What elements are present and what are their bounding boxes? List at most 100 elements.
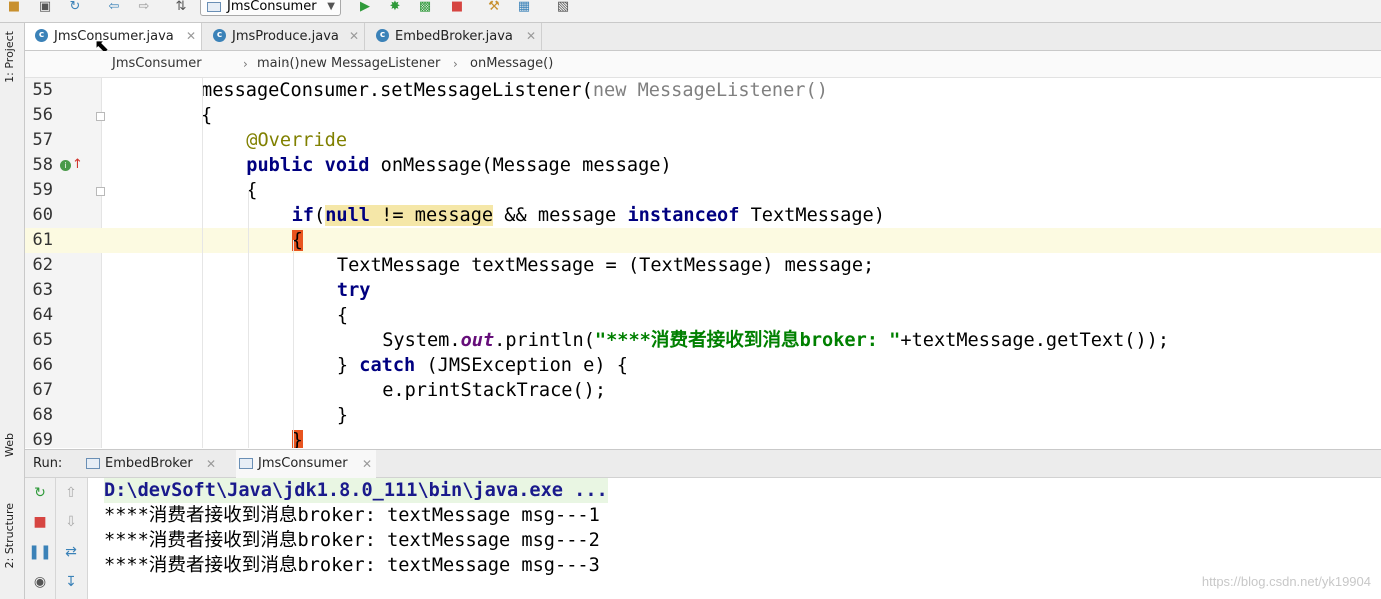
line-number: 60: [32, 205, 53, 225]
code-line[interactable]: 55 messageConsumer.setMessageListener(new…: [25, 78, 1381, 103]
code-token-stat: out: [460, 330, 495, 351]
editor-tab-bar: c JmsConsumer.java ✕ c JmsProduce.java ✕…: [25, 23, 1381, 51]
breadcrumb-item[interactable]: main(): [257, 51, 300, 77]
code-line[interactable]: 58 public void onMessage(Message message): [25, 153, 1381, 178]
code-line[interactable]: 60 if(null != message && message instance…: [25, 203, 1381, 228]
breadcrumb-item[interactable]: onMessage(): [470, 51, 553, 77]
code-line[interactable]: 69}: [25, 428, 1381, 448]
web-tool-button[interactable]: Web: [3, 433, 16, 457]
arrow-up-icon[interactable]: ⇧: [63, 485, 79, 501]
code-text: e.printStackTrace();: [382, 378, 606, 403]
close-icon[interactable]: ✕: [186, 23, 196, 50]
pause-icon[interactable]: ❚❚: [28, 544, 51, 560]
code-editor[interactable]: 55 messageConsumer.setMessageListener(new…: [25, 78, 1381, 448]
run-tab-jmsconsumer[interactable]: JmsConsumer ✕: [236, 450, 376, 478]
code-token-kw: catch: [359, 355, 416, 376]
forward-icon[interactable]: ⇨: [136, 0, 152, 14]
scroll-to-end-icon[interactable]: ↧: [63, 574, 79, 590]
project-structure-icon[interactable]: ▦: [516, 0, 532, 14]
code-token: }: [336, 355, 360, 376]
code-line[interactable]: 65 System.out.println("****消费者接收到消息broker…: [25, 328, 1381, 353]
implements-method-icon[interactable]: i: [60, 160, 71, 171]
structure-tool-button[interactable]: 2: Structure: [3, 503, 16, 568]
code-token-hl: != message: [369, 205, 494, 226]
arrow-down-icon[interactable]: ⇩: [63, 514, 79, 530]
code-line[interactable]: 64 {: [25, 303, 1381, 328]
line-number: 57: [32, 130, 53, 150]
close-icon[interactable]: ✕: [206, 450, 216, 478]
fold-marker[interactable]: [96, 187, 105, 196]
run-icon[interactable]: ▶: [357, 0, 373, 14]
folder-icon[interactable]: ■: [6, 0, 22, 14]
chevron-right-icon: ›: [243, 57, 248, 71]
line-number: 61: [32, 230, 53, 250]
run-label: Run:: [33, 456, 63, 471]
watermark: https://blog.csdn.net/yk19904: [1201, 574, 1371, 589]
chevron-right-icon: ›: [453, 57, 458, 71]
camera-icon[interactable]: ◉: [32, 574, 48, 590]
soft-wrap-icon[interactable]: ⇄: [63, 544, 79, 560]
code-text: try: [337, 278, 371, 303]
close-icon[interactable]: ✕: [349, 23, 359, 50]
code-token: }: [336, 405, 349, 426]
line-number: 62: [32, 255, 53, 275]
settings-icon[interactable]: ⚒: [486, 0, 502, 14]
line-number: 69: [32, 430, 53, 448]
run-actions-toolbar: ↻ ■ ❚❚ ◉: [25, 478, 56, 599]
code-token: .println(: [494, 330, 595, 351]
line-number: 68: [32, 405, 53, 425]
code-token-ann: @Override: [246, 130, 348, 151]
code-line[interactable]: 66} catch (JMSException e) {: [25, 353, 1381, 378]
vcs-icon[interactable]: ▧: [555, 0, 571, 14]
breadcrumb-item[interactable]: JmsConsumer: [112, 51, 202, 77]
save-icon[interactable]: ▣: [37, 0, 53, 14]
console-icon: [239, 458, 253, 469]
code-line[interactable]: 63 try: [25, 278, 1381, 303]
build-icon[interactable]: ⇅: [173, 0, 189, 14]
tab-jmsconsumer[interactable]: c JmsConsumer.java ✕: [25, 23, 202, 50]
code-line[interactable]: 59{: [25, 178, 1381, 203]
code-line[interactable]: 68}: [25, 403, 1381, 428]
coverage-icon[interactable]: ▩: [417, 0, 433, 14]
tab-jmsproduce[interactable]: c JmsProduce.java ✕: [203, 23, 365, 50]
code-token: messageConsumer.setMessageListener(: [201, 80, 593, 101]
back-icon[interactable]: ⇦: [106, 0, 122, 14]
console-line: ****消费者接收到消息broker: textMessage msg---3: [104, 555, 600, 576]
close-icon[interactable]: ✕: [362, 450, 372, 478]
console-actions-toolbar: ⇧ ⇩ ⇄ ↧: [56, 478, 88, 599]
chevron-down-icon: ▼: [327, 1, 335, 12]
code-text: public void onMessage(Message message): [246, 153, 671, 178]
fold-marker[interactable]: [96, 112, 105, 121]
tab-embedbroker[interactable]: c EmbedBroker.java ✕: [366, 23, 542, 50]
stop-icon[interactable]: ■: [449, 0, 465, 14]
code-line[interactable]: 61{: [25, 228, 1381, 253]
code-line[interactable]: 56{: [25, 103, 1381, 128]
debug-icon[interactable]: ✸: [387, 0, 403, 14]
run-configuration-label: JmsConsumer: [227, 0, 317, 14]
rerun-icon[interactable]: ↻: [32, 485, 48, 501]
code-line[interactable]: 67 e.printStackTrace();: [25, 378, 1381, 403]
code-line[interactable]: 57 @Override: [25, 128, 1381, 153]
code-token: TextMessage textMessage = (TextMessage) …: [336, 255, 875, 276]
stop-icon[interactable]: ■: [32, 514, 48, 530]
run-tab-label: EmbedBroker: [105, 456, 193, 471]
run-configuration-selector[interactable]: JmsConsumer ▼: [200, 0, 341, 16]
line-number: 56: [32, 105, 53, 125]
close-icon[interactable]: ✕: [526, 23, 536, 50]
breadcrumb-item[interactable]: new MessageListener: [300, 51, 440, 77]
run-tab-embedbroker[interactable]: EmbedBroker ✕: [83, 450, 220, 478]
console-command-line: D:\devSoft\Java\jdk1.8.0_111\bin\java.ex…: [104, 478, 608, 503]
arrow-up-icon[interactable]: ↑: [72, 158, 83, 171]
line-number: 64: [32, 305, 53, 325]
line-number: 65: [32, 330, 53, 350]
application-config-icon: [207, 2, 221, 12]
console-output[interactable]: D:\devSoft\Java\jdk1.8.0_111\bin\java.ex…: [88, 478, 1381, 599]
sync-icon[interactable]: ↻: [67, 0, 83, 14]
breadcrumb: JmsConsumer › main() › new MessageListen…: [25, 51, 1381, 78]
project-tool-button[interactable]: 1: Project: [3, 31, 16, 83]
console-icon: [86, 458, 100, 469]
code-token-str: "****消费者接收到消息broker: ": [594, 330, 901, 351]
java-class-icon: c: [376, 29, 389, 42]
code-token-kw: instanceof: [627, 205, 740, 226]
code-line[interactable]: 62 TextMessage textMessage = (TextMessage…: [25, 253, 1381, 278]
